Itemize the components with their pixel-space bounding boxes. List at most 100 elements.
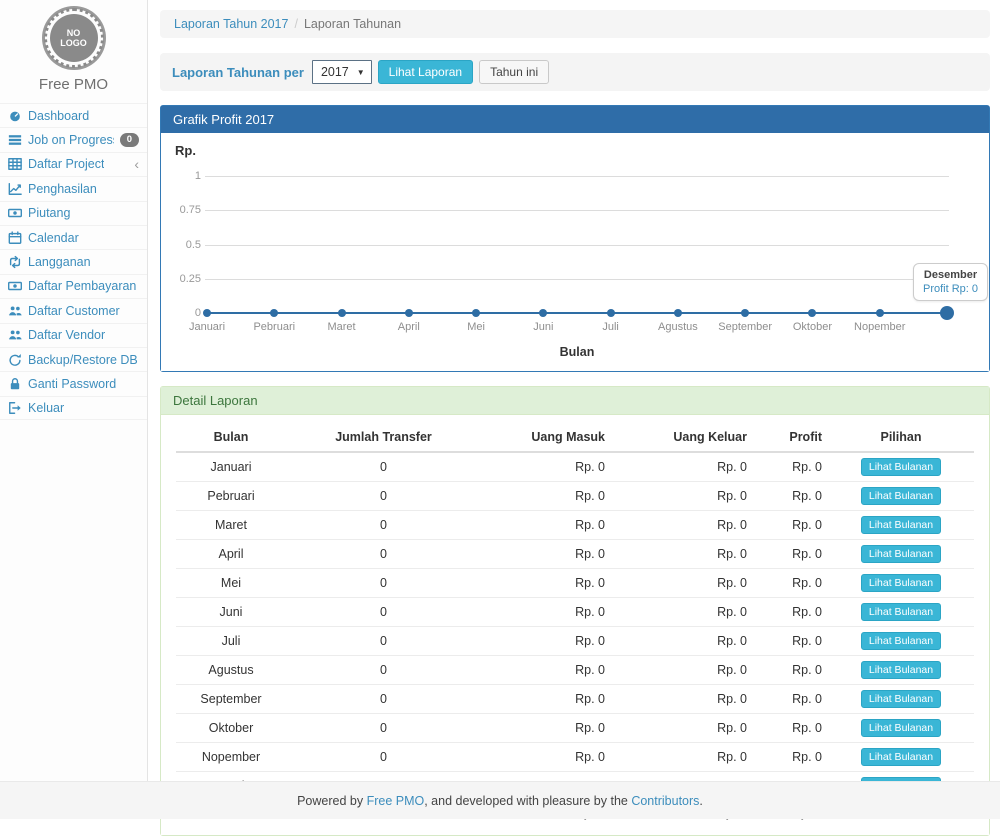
cell-jumlah-transfer: 0 bbox=[286, 452, 481, 482]
sidebar-item-penghasilan[interactable]: Penghasilan bbox=[0, 176, 147, 200]
data-point-september[interactable] bbox=[741, 309, 749, 317]
cell-uang-masuk: Rp. 0 bbox=[481, 482, 611, 511]
brand-name: Free PMO bbox=[0, 76, 147, 93]
table-body: Januari0Rp. 0Rp. 0Rp. 0Lihat BulananPebr… bbox=[176, 452, 974, 825]
footer: Powered by Free PMO, and developed with … bbox=[0, 781, 1000, 819]
no-logo-badge: NOLOGO bbox=[44, 8, 104, 68]
view-monthly-button[interactable]: Lihat Bulanan bbox=[861, 632, 941, 650]
users-icon bbox=[7, 304, 22, 318]
cell-profit: Rp. 0 bbox=[753, 743, 828, 772]
sidebar-item-label: Dashboard bbox=[28, 109, 89, 123]
cell-profit: Rp. 0 bbox=[753, 540, 828, 569]
cell-uang-keluar: Rp. 0 bbox=[611, 598, 753, 627]
footer-link-freepmo[interactable]: Free PMO bbox=[367, 794, 425, 808]
sidebar-item-keluar[interactable]: Keluar bbox=[0, 396, 147, 420]
data-point-nopember[interactable] bbox=[876, 309, 884, 317]
lock-icon bbox=[7, 377, 22, 391]
cell-uang-keluar: Rp. 0 bbox=[611, 511, 753, 540]
cell-bulan: September bbox=[176, 685, 286, 714]
chevron-down-icon: ▼ bbox=[357, 68, 365, 77]
view-monthly-button[interactable]: Lihat Bulanan bbox=[861, 574, 941, 592]
sidebar-item-dashboard[interactable]: Dashboard bbox=[0, 103, 147, 127]
table-row: Januari0Rp. 0Rp. 0Rp. 0Lihat Bulanan bbox=[176, 452, 974, 482]
year-select[interactable]: 2017 ▼ bbox=[312, 60, 372, 84]
data-point-desember[interactable] bbox=[940, 306, 954, 320]
data-point-juli[interactable] bbox=[607, 309, 615, 317]
cell-pilihan: Lihat Bulanan bbox=[828, 627, 974, 656]
cell-profit: Rp. 0 bbox=[753, 569, 828, 598]
view-monthly-button[interactable]: Lihat Bulanan bbox=[861, 748, 941, 766]
data-point-april[interactable] bbox=[405, 309, 413, 317]
view-monthly-button[interactable]: Lihat Bulanan bbox=[861, 690, 941, 708]
cell-profit: Rp. 0 bbox=[753, 714, 828, 743]
sidebar-item-calendar[interactable]: Calendar bbox=[0, 225, 147, 249]
view-report-button[interactable]: Lihat Laporan bbox=[378, 60, 473, 84]
sidebar-item-daftar-pembayaran[interactable]: Daftar Pembayaran bbox=[0, 274, 147, 298]
filter-label: Laporan Tahunan per bbox=[172, 65, 304, 80]
sidebar-menu: Dashboard Job on Progress0Daftar Project‹… bbox=[0, 103, 147, 420]
report-filter-bar: Laporan Tahunan per 2017 ▼ Lihat Laporan… bbox=[160, 53, 990, 91]
footer-text: Powered by Free PMO, and developed with … bbox=[297, 794, 703, 808]
view-monthly-button[interactable]: Lihat Bulanan bbox=[861, 516, 941, 534]
profit-chart-panel: Grafik Profit 2017 Rp.10.750.50.250Janua… bbox=[160, 105, 990, 372]
sidebar-item-job-on-progress[interactable]: Job on Progress0 bbox=[0, 127, 147, 151]
dashboard-icon bbox=[7, 109, 22, 123]
view-monthly-button[interactable]: Lihat Bulanan bbox=[861, 458, 941, 476]
cell-profit: Rp. 0 bbox=[753, 452, 828, 482]
profit-series-line bbox=[207, 312, 947, 314]
sidebar-item-daftar-project[interactable]: Daftar Project‹ bbox=[0, 152, 147, 176]
sidebar-item-daftar-customer[interactable]: Daftar Customer bbox=[0, 298, 147, 322]
column-header-profit: Profit bbox=[753, 423, 828, 452]
view-monthly-button[interactable]: Lihat Bulanan bbox=[861, 545, 941, 563]
y-tick-label: 0.25 bbox=[161, 273, 201, 285]
table-row: September0Rp. 0Rp. 0Rp. 0Lihat Bulanan bbox=[176, 685, 974, 714]
cell-uang-keluar: Rp. 0 bbox=[611, 743, 753, 772]
sidebar: NOLOGO Free PMO Dashboard Job on Progress… bbox=[0, 0, 148, 781]
cell-bulan: Maret bbox=[176, 511, 286, 540]
sidebar-item-ganti-password[interactable]: Ganti Password bbox=[0, 371, 147, 395]
cell-jumlah-transfer: 0 bbox=[286, 598, 481, 627]
main-content: Laporan Tahun 2017/Laporan Tahunan Lapor… bbox=[148, 0, 1000, 781]
table-row: Juli0Rp. 0Rp. 0Rp. 0Lihat Bulanan bbox=[176, 627, 974, 656]
data-point-juni[interactable] bbox=[539, 309, 547, 317]
breadcrumb: Laporan Tahun 2017/Laporan Tahunan bbox=[160, 10, 990, 38]
table-icon bbox=[7, 157, 22, 171]
cell-uang-keluar: Rp. 0 bbox=[611, 452, 753, 482]
cell-pilihan: Lihat Bulanan bbox=[828, 452, 974, 482]
this-year-button[interactable]: Tahun ini bbox=[479, 60, 549, 84]
cell-uang-masuk: Rp. 0 bbox=[481, 511, 611, 540]
sidebar-item-piutang[interactable]: Piutang bbox=[0, 201, 147, 225]
cell-jumlah-transfer: 0 bbox=[286, 685, 481, 714]
retweet-icon bbox=[7, 255, 22, 269]
data-point-pebruari[interactable] bbox=[270, 309, 278, 317]
logo-text: NOLOGO bbox=[60, 28, 87, 48]
cell-jumlah-transfer: 0 bbox=[286, 743, 481, 772]
sidebar-item-langganan[interactable]: Langganan bbox=[0, 249, 147, 273]
cell-uang-keluar: Rp. 0 bbox=[611, 627, 753, 656]
data-point-oktober[interactable] bbox=[808, 309, 816, 317]
data-point-maret[interactable] bbox=[338, 309, 346, 317]
sidebar-item-label: Daftar Project bbox=[28, 157, 104, 171]
data-point-mei[interactable] bbox=[472, 309, 480, 317]
sidebar-item-label: Job on Progress bbox=[28, 133, 114, 147]
footer-link-contributors[interactable]: Contributors bbox=[631, 794, 699, 808]
breadcrumb-link[interactable]: Laporan Tahun 2017 bbox=[174, 17, 288, 31]
sidebar-item-daftar-vendor[interactable]: Daftar Vendor bbox=[0, 323, 147, 347]
sidebar-item-label: Daftar Pembayaran bbox=[28, 279, 136, 293]
data-point-januari[interactable] bbox=[203, 309, 211, 317]
view-monthly-button[interactable]: Lihat Bulanan bbox=[861, 661, 941, 679]
view-monthly-button[interactable]: Lihat Bulanan bbox=[861, 487, 941, 505]
sidebar-item-label: Daftar Customer bbox=[28, 304, 120, 318]
gridline bbox=[205, 210, 949, 211]
data-point-agustus[interactable] bbox=[674, 309, 682, 317]
table-header-row: BulanJumlah TransferUang MasukUang Kelua… bbox=[176, 423, 974, 452]
cell-uang-keluar: Rp. 0 bbox=[611, 569, 753, 598]
cell-pilihan: Lihat Bulanan bbox=[828, 511, 974, 540]
view-monthly-button[interactable]: Lihat Bulanan bbox=[861, 719, 941, 737]
sidebar-item-backup-restore-db[interactable]: Backup/Restore DB bbox=[0, 347, 147, 371]
sidebar-item-label: Langganan bbox=[28, 255, 91, 269]
cell-jumlah-transfer: 0 bbox=[286, 511, 481, 540]
detail-panel-title: Detail Laporan bbox=[161, 387, 989, 415]
table-row: Agustus0Rp. 0Rp. 0Rp. 0Lihat Bulanan bbox=[176, 656, 974, 685]
view-monthly-button[interactable]: Lihat Bulanan bbox=[861, 603, 941, 621]
